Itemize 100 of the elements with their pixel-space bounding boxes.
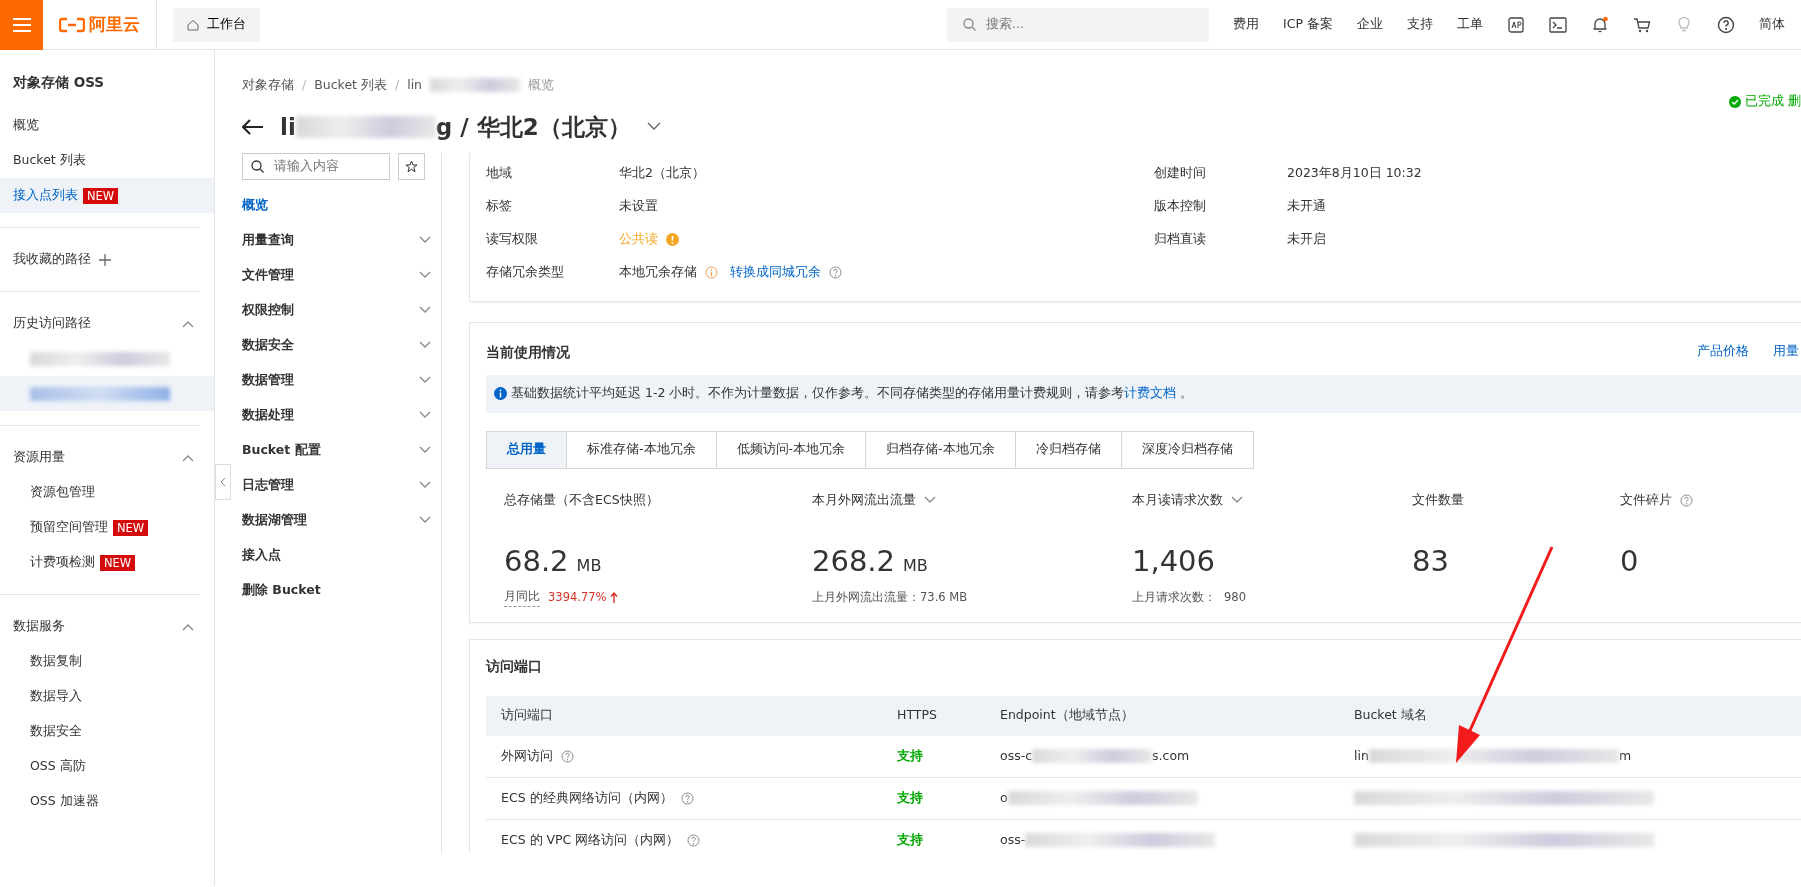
breadcrumb-link[interactable]: lin (407, 76, 423, 95)
nav-item[interactable]: 用量查询 (242, 222, 441, 258)
help-icon[interactable] (1717, 15, 1735, 34)
nav-item[interactable]: 接入点 (242, 537, 441, 573)
sidebar-item[interactable]: 数据导入 (0, 679, 214, 715)
stat-sub-value: 3394.77% (548, 588, 607, 606)
convert-link[interactable]: 转换成同城冗余 (730, 262, 821, 282)
storage-tab[interactable]: 深度冷归档存储 (1120, 430, 1254, 469)
expand-icon[interactable] (419, 341, 431, 350)
stat-sub-label: 月同比 (504, 588, 540, 607)
language-link[interactable]: 简体 (1759, 15, 1785, 34)
header-link[interactable]: 用量 (1773, 342, 1799, 362)
nav-link[interactable]: 工单 (1457, 15, 1483, 34)
card-title: 当前使用情况 (486, 342, 570, 362)
lightbulb-icon[interactable] (1675, 15, 1693, 34)
field-label: 归档直读 (1154, 229, 1207, 248)
nav-item[interactable]: 日志管理 (242, 467, 441, 503)
new-badge: NEW (100, 554, 136, 571)
collapse-handle[interactable] (215, 464, 231, 500)
expand-icon[interactable] (419, 271, 431, 280)
nav-item[interactable]: 权限控制 (242, 292, 441, 328)
sidebar-item[interactable]: 数据复制 (0, 644, 214, 680)
help-icon (680, 791, 694, 805)
expand-icon[interactable] (419, 376, 431, 385)
stat-sub-value: 980 (1224, 588, 1246, 606)
stat-label: 文件碎片 (1620, 490, 1672, 509)
help-icon (829, 265, 842, 279)
storage-tab[interactable]: 标准存储-本地冗余 (566, 430, 717, 469)
search-field[interactable]: 搜索... (947, 7, 1210, 42)
search-icon (963, 18, 977, 31)
add-icon[interactable] (99, 253, 111, 266)
terminal-icon[interactable] (1549, 15, 1567, 34)
field-label: 创建时间 (1154, 163, 1207, 182)
back-icon[interactable] (242, 118, 264, 135)
field-value: 2023年8月10日 10:32 (1287, 163, 1422, 182)
breadcrumb-link[interactable]: Bucket 列表 (314, 76, 387, 95)
expand-icon[interactable] (419, 446, 431, 455)
nav-item[interactable]: 删除 Bucket (242, 572, 441, 608)
nav-link[interactable]: 费用 (1233, 15, 1260, 34)
history-item[interactable] (0, 376, 214, 412)
expand-icon[interactable] (419, 306, 431, 315)
workbench-button[interactable]: 工作台 (173, 7, 260, 42)
cart-icon[interactable] (1633, 15, 1651, 34)
sidebar-item[interactable]: 预留空间管理 NEW (0, 510, 214, 546)
storage-tab[interactable]: 冷归档存储 (1014, 430, 1122, 469)
sidebar-item[interactable]: 接入点列表 NEW (0, 178, 214, 214)
storage-tab[interactable]: 低频访问-本地冗余 (715, 430, 867, 469)
nav-item[interactable]: 数据管理 (242, 362, 441, 398)
nav-item[interactable]: Bucket 配置 (242, 432, 441, 468)
search-field[interactable]: 请输入内容 (242, 152, 390, 180)
search-input[interactable]: 搜索... (984, 14, 1185, 35)
dropdown-icon[interactable] (924, 496, 936, 505)
table-cell-text: m (1618, 746, 1632, 765)
expand-icon[interactable] (419, 236, 431, 245)
dropdown-icon[interactable] (1231, 496, 1243, 505)
dropdown-icon[interactable] (646, 122, 661, 132)
nav-item[interactable]: 数据处理 (242, 397, 441, 433)
field-value: 本地冗余存储 (619, 262, 697, 281)
expand-icon[interactable] (419, 411, 431, 420)
sidebar-item[interactable]: OSS 加速器 (0, 784, 214, 820)
sidebar-item[interactable]: 数据安全 (0, 714, 214, 750)
nav-item[interactable]: 概览 (242, 187, 441, 223)
table-cell-text: oss-c (1000, 746, 1033, 765)
status-text: 已完成 删 (1745, 92, 1801, 111)
nav-link[interactable]: 支持 (1407, 15, 1433, 34)
nav-item[interactable]: 文件管理 (242, 257, 441, 293)
page-title: g / 华北2（北京） (435, 112, 631, 142)
field-value: 未设置 (619, 196, 658, 215)
expand-icon[interactable] (419, 516, 431, 525)
field-label: 地域 (486, 163, 513, 182)
collapse-icon[interactable] (182, 453, 194, 462)
logo-text: 阿里云 (89, 12, 140, 36)
storage-tab[interactable]: 归档存储-本地冗余 (865, 430, 1016, 469)
favorite-button[interactable] (398, 152, 425, 180)
header-link[interactable]: 产品价格 (1697, 342, 1749, 362)
nav-link[interactable]: ICP 备案 (1283, 15, 1333, 34)
sidebar-item[interactable]: 概览 (0, 108, 214, 144)
bell-icon[interactable] (1591, 15, 1609, 34)
collapse-icon[interactable] (182, 622, 194, 631)
section-title: 资源用量 (13, 448, 65, 467)
api-icon[interactable] (1507, 15, 1525, 34)
nav-item[interactable]: 数据湖管理 (242, 502, 441, 538)
collapse-icon[interactable] (182, 319, 194, 328)
field-value: 华北2（北京） (619, 163, 705, 182)
docs-link[interactable]: 计费文档 (1124, 385, 1177, 401)
table-cell-text: ECS 的经典网络访问（内网） (501, 788, 673, 807)
breadcrumb-separator: / (394, 76, 400, 94)
sidebar-item[interactable]: OSS 高防 (0, 749, 214, 785)
sidebar-item[interactable]: 资源包管理 (0, 475, 214, 511)
breadcrumb-link[interactable]: 对象存储 (242, 76, 294, 95)
storage-tab[interactable]: 总用量 (486, 430, 567, 469)
nav-link[interactable]: 企业 (1357, 15, 1383, 34)
expand-icon[interactable] (419, 481, 431, 490)
menu-button[interactable] (0, 0, 43, 50)
stat-label: 文件数量 (1412, 490, 1464, 509)
sidebar-item[interactable]: Bucket 列表 (0, 143, 214, 179)
nav-item[interactable]: 数据安全 (242, 327, 441, 363)
sidebar-item[interactable]: 计费项检测 NEW (0, 545, 214, 581)
new-badge: NEW (83, 187, 119, 204)
section-title: 数据服务 (13, 617, 65, 636)
